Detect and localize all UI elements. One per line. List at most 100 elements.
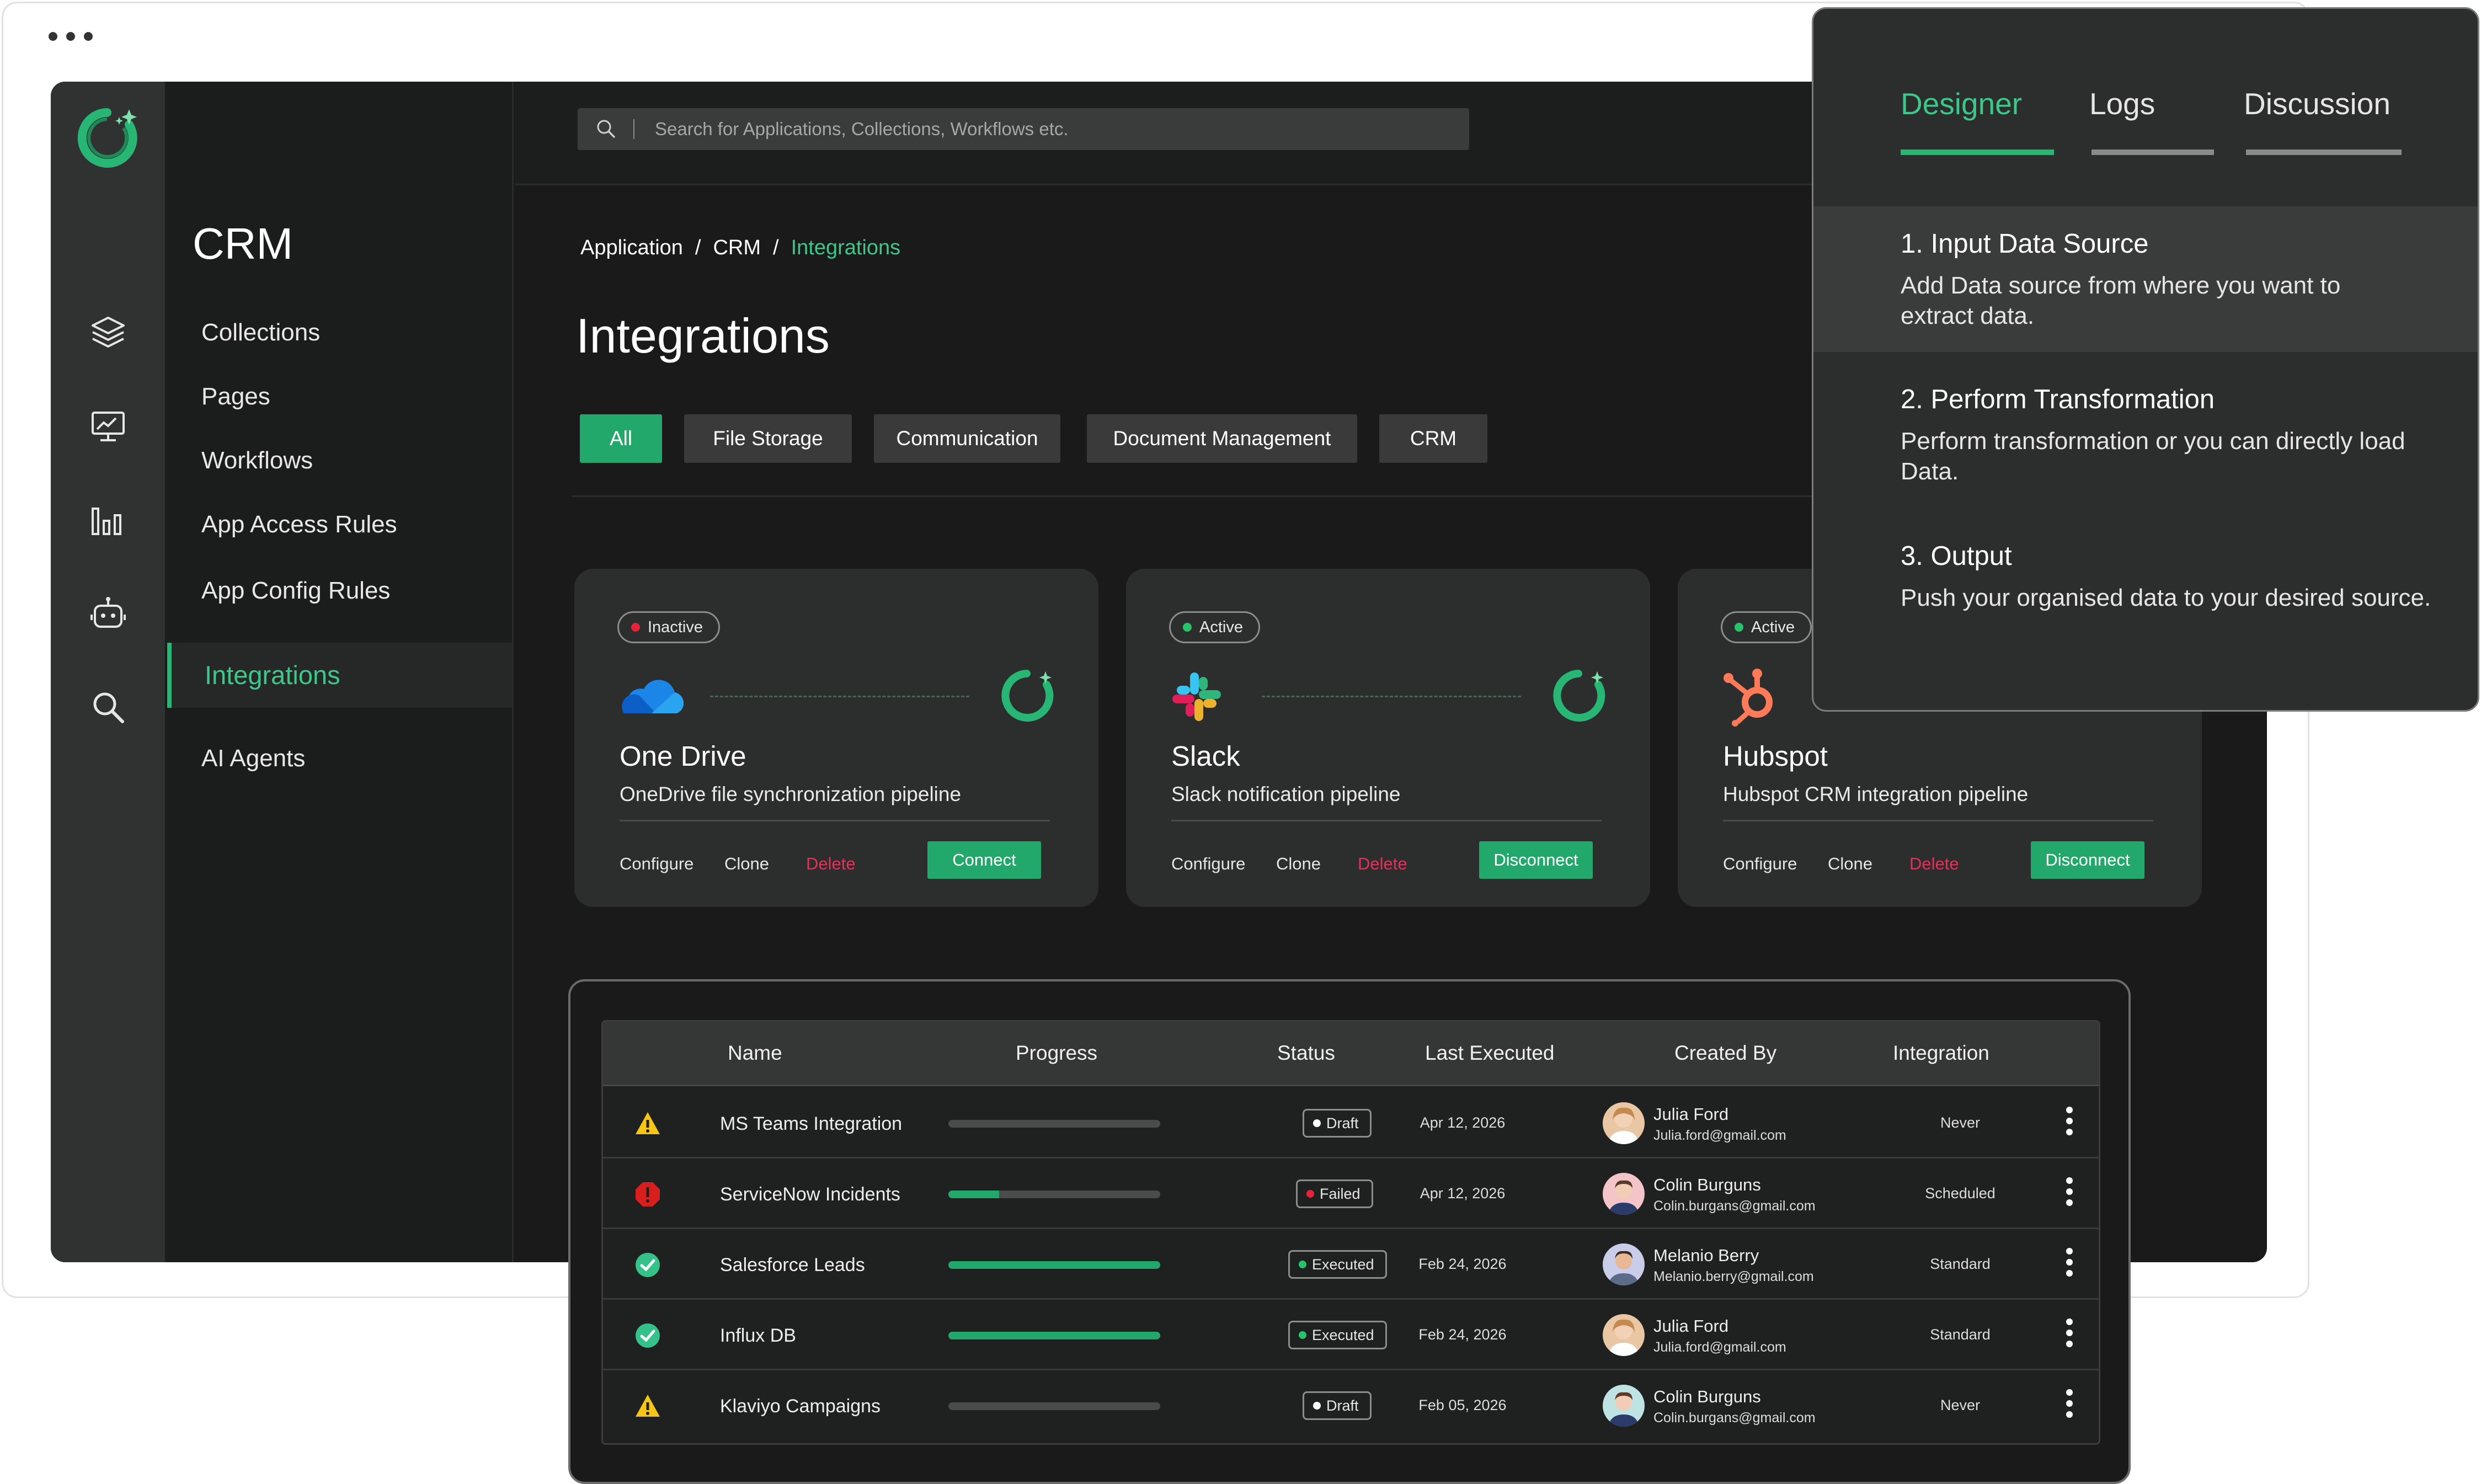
column-header-created-by[interactable]: Created By — [1674, 1042, 1776, 1065]
status-badge-label: Draft — [1326, 1115, 1359, 1131]
analytics-screen-icon[interactable] — [89, 407, 127, 445]
status-badge-label: Active — [1199, 618, 1243, 636]
column-header-last-executed[interactable]: Last Executed — [1425, 1042, 1554, 1065]
avatar[interactable] — [1603, 1243, 1645, 1285]
nav-item-ai-agents[interactable]: AI Agents — [201, 745, 305, 772]
table-row[interactable]: Influx DB Executed Feb 24, 2026 Julia Fo… — [603, 1300, 2099, 1370]
filter-file-storage[interactable]: File Storage — [684, 414, 852, 463]
more-options-icon[interactable] — [2064, 1177, 2075, 1210]
status-badge-label: Executed — [1312, 1327, 1374, 1343]
card-divider — [1171, 820, 1602, 821]
more-options-icon[interactable] — [2064, 1389, 2075, 1422]
creator-name: Julia Ford — [1653, 1104, 1729, 1124]
column-header-status[interactable]: Status — [1277, 1042, 1335, 1065]
filter-communication[interactable]: Communication — [874, 414, 1060, 463]
nav-item-workflows[interactable]: Workflows — [201, 447, 313, 474]
integration-name: One Drive — [620, 740, 746, 772]
status-dot — [1313, 1402, 1321, 1410]
nav-item-app-access-rules[interactable]: App Access Rules — [201, 511, 397, 538]
status-badge-label: Executed — [1312, 1256, 1374, 1273]
search-input[interactable] — [655, 108, 1455, 150]
search-icon — [597, 120, 615, 138]
configure-link[interactable]: Configure — [620, 854, 693, 874]
more-options-icon[interactable] — [2064, 1318, 2075, 1352]
creator-email: Colin.burgans@gmail.com — [1653, 1410, 1816, 1426]
avatar[interactable] — [1603, 1385, 1645, 1427]
status-dot — [631, 623, 640, 632]
filter-document-management[interactable]: Document Management — [1087, 414, 1357, 463]
nav-item-pages[interactable]: Pages — [201, 383, 270, 410]
tab-logs[interactable]: Logs — [2089, 86, 2155, 121]
more-options-icon[interactable] — [2064, 1107, 2075, 1140]
page-title: Integrations — [576, 308, 830, 363]
status-badge: Executed — [1288, 1321, 1387, 1349]
last-executed: Feb 05, 2026 — [1418, 1397, 1507, 1413]
layers-icon[interactable] — [89, 313, 127, 351]
avatar[interactable] — [1603, 1102, 1645, 1144]
disconnect-button[interactable]: Disconnect — [2031, 841, 2144, 879]
step-title: 3. Output — [1901, 541, 2012, 571]
step-output[interactable]: 3. Output Push your organised data to yo… — [1813, 541, 2478, 613]
column-header-progress[interactable]: Progress — [1016, 1042, 1097, 1065]
breadcrumb-crm[interactable]: CRM — [713, 236, 761, 260]
status-dot — [1735, 623, 1743, 632]
step-perform-transformation[interactable]: 2. Perform Transformation Perform transf… — [1813, 384, 2478, 487]
disconnect-button[interactable]: Disconnect — [1479, 841, 1593, 879]
avatar[interactable] — [1603, 1314, 1645, 1356]
table-row[interactable]: MS Teams Integration Draft Apr 12, 2026 … — [603, 1088, 2099, 1159]
clone-link[interactable]: Clone — [1276, 854, 1321, 874]
nav-item-app-config-rules[interactable]: App Config Rules — [201, 577, 390, 605]
last-executed: Feb 24, 2026 — [1418, 1256, 1507, 1272]
integration-description: Hubspot CRM integration pipeline — [1723, 783, 2029, 805]
icon-rail — [51, 82, 165, 1262]
avatar[interactable] — [1603, 1173, 1645, 1215]
connect-button[interactable]: Connect — [927, 841, 1041, 879]
pipelines-table: Name Progress Status Last Executed Creat… — [601, 1020, 2100, 1445]
bar-chart-icon[interactable] — [89, 501, 127, 538]
column-header-name[interactable]: Name — [728, 1042, 782, 1065]
filter-all[interactable]: All — [580, 414, 662, 463]
column-header-integration[interactable]: Integration — [1893, 1042, 1989, 1065]
integration-type: Standard — [1930, 1326, 1991, 1343]
configure-link[interactable]: Configure — [1723, 854, 1797, 874]
slack-icon — [1172, 672, 1221, 721]
app-logo-icon[interactable] — [74, 105, 140, 171]
step-description: Perform transformation or you can direct… — [1901, 428, 2405, 485]
table-row[interactable]: Salesforce Leads Executed Feb 24, 2026 M… — [603, 1229, 2099, 1300]
breadcrumb-separator: / — [695, 236, 701, 259]
tab-discussion[interactable]: Discussion — [2244, 86, 2391, 121]
search-icon[interactable] — [89, 688, 127, 726]
status-dot — [1313, 1119, 1321, 1127]
check-circle-icon — [636, 1323, 660, 1348]
step-input-data-source[interactable]: 1. Input Data Source Add Data source fro… — [1813, 206, 2478, 352]
row-name: MS Teams Integration — [720, 1113, 903, 1134]
progress-bar-fill — [948, 1191, 1000, 1198]
nav-item-collections[interactable]: Collections — [201, 319, 320, 346]
table-row[interactable]: Klaviyo Campaigns Draft Feb 05, 2026 Col… — [603, 1370, 2099, 1441]
step-title: 1. Input Data Source — [1901, 229, 2149, 259]
card-divider — [1723, 820, 2153, 821]
breadcrumb-application[interactable]: Application — [580, 236, 683, 260]
status-dot — [1183, 623, 1192, 632]
nav-item-integrations[interactable]: Integrations — [167, 643, 512, 708]
tab-designer[interactable]: Designer — [1901, 86, 2022, 121]
clone-link[interactable]: Clone — [724, 854, 769, 874]
connection-line — [710, 696, 969, 697]
app-logo-icon — [1553, 670, 1605, 722]
side-navigation: CRM Collections Pages Workflows App Acce… — [165, 82, 514, 1262]
tab-indicator-designer — [1901, 150, 2054, 155]
delete-link[interactable]: Delete — [1909, 854, 1959, 874]
error-icon — [636, 1182, 660, 1207]
table-row[interactable]: ServiceNow Incidents Failed Apr 12, 2026… — [603, 1159, 2099, 1229]
clone-link[interactable]: Clone — [1828, 854, 1872, 874]
delete-link[interactable]: Delete — [806, 854, 856, 874]
integration-type: Standard — [1930, 1256, 1991, 1272]
configure-link[interactable]: Configure — [1171, 854, 1245, 874]
filter-crm[interactable]: CRM — [1379, 414, 1487, 463]
window-menu-dots-icon[interactable] — [49, 32, 93, 41]
step-title: 2. Perform Transformation — [1901, 385, 2215, 414]
more-options-icon[interactable] — [2064, 1248, 2075, 1281]
robot-icon[interactable] — [89, 595, 127, 632]
status-dot — [1299, 1331, 1306, 1339]
delete-link[interactable]: Delete — [1358, 854, 1407, 874]
